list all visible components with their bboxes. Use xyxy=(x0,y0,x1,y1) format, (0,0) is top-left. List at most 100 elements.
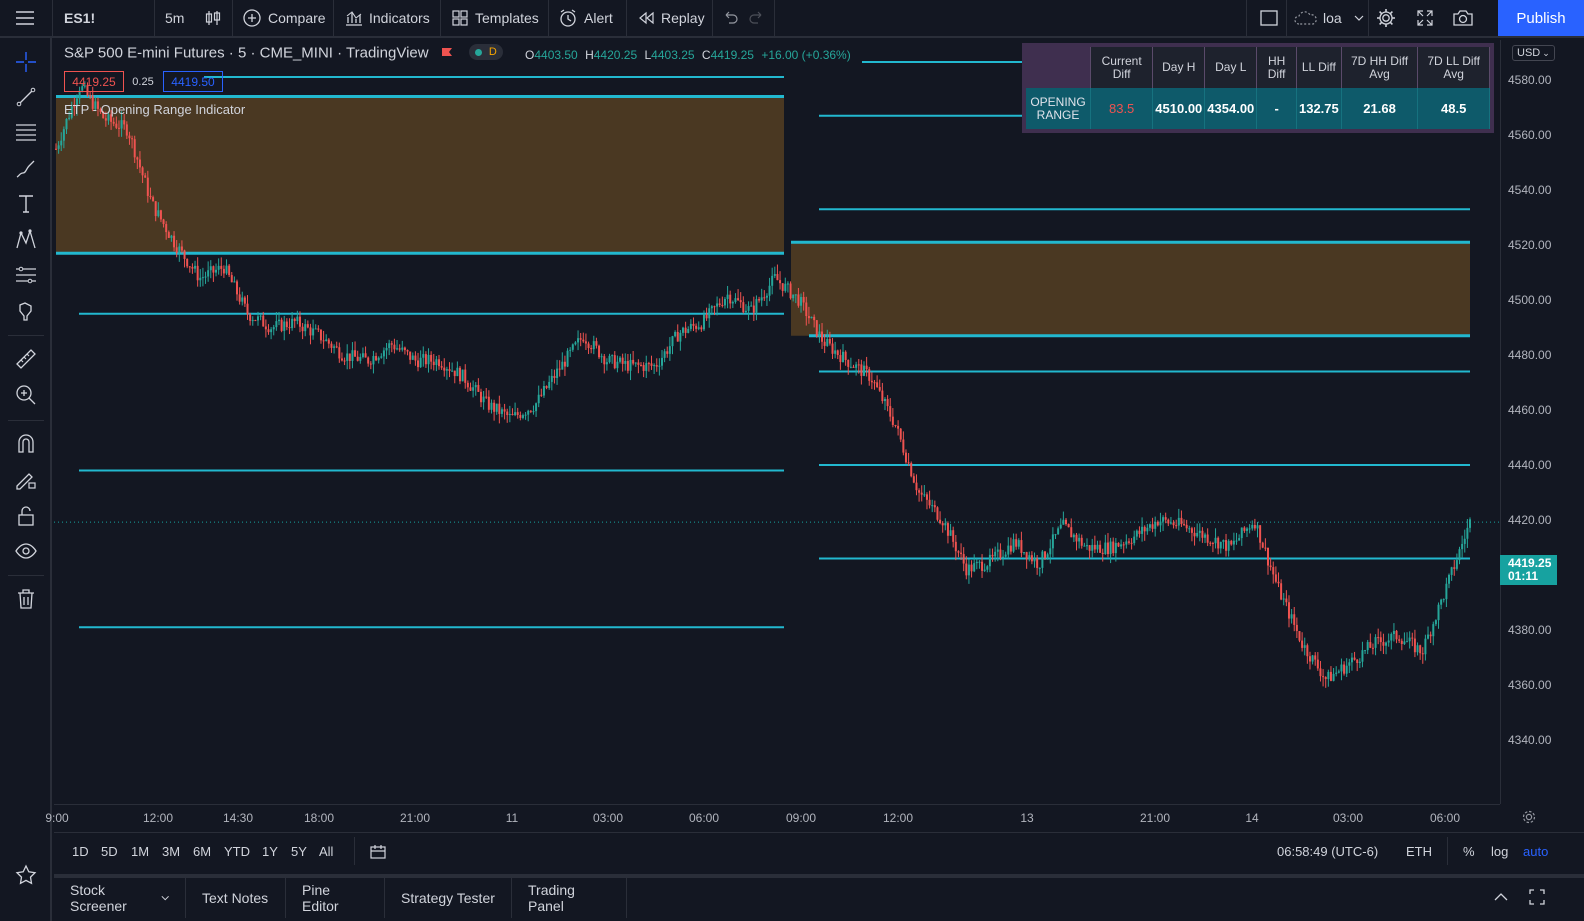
candle-body xyxy=(414,355,417,361)
alert-button[interactable]: Alert xyxy=(558,0,613,36)
buy-price-box[interactable]: 4419.50 xyxy=(163,71,223,92)
percent-toggle[interactable]: % xyxy=(1463,844,1475,859)
opening-range-box xyxy=(791,242,1470,336)
settings-gear-icon[interactable] xyxy=(1375,0,1397,36)
candle-body xyxy=(296,316,299,322)
tab-stock-screener[interactable]: Stock Screener xyxy=(54,878,186,918)
publish-button[interactable]: Publish xyxy=(1498,0,1584,36)
time-tick: 18:00 xyxy=(303,811,335,825)
candle-body xyxy=(356,356,359,361)
candle-body xyxy=(55,148,57,150)
magnet-icon[interactable] xyxy=(12,430,40,458)
undo-icon[interactable] xyxy=(721,0,739,36)
candle-body xyxy=(910,462,913,477)
compare-button[interactable]: Compare xyxy=(242,0,326,36)
tab-pine-editor[interactable]: Pine Editor xyxy=(286,878,385,918)
candle-body xyxy=(739,300,742,303)
symbol-legend[interactable]: S&P 500 E-mini Futures · 5 · CME_MINI · … xyxy=(64,44,503,63)
brush-icon[interactable] xyxy=(12,155,40,183)
session-toggle[interactable]: ETH xyxy=(1406,844,1432,859)
price-tick: 4380.00 xyxy=(1508,623,1552,637)
ruler-icon[interactable] xyxy=(12,345,40,373)
crosshair-icon[interactable] xyxy=(12,48,40,76)
clock-time[interactable]: 06:58:49 (UTC-6) xyxy=(1277,844,1378,859)
open-value: 4403.50 xyxy=(534,48,578,62)
candle-body xyxy=(1400,640,1403,644)
range-1y[interactable]: 1Y xyxy=(262,844,278,859)
price-scale[interactable]: 4580.00 4560.00 4540.00 4520.00 4500.00 4480.… xyxy=(1500,40,1584,804)
range-5y[interactable]: 5Y xyxy=(291,844,307,859)
candle-body xyxy=(983,569,986,571)
candle-body xyxy=(188,266,191,268)
candle-body xyxy=(419,357,422,368)
symbol-search[interactable]: ES1! xyxy=(64,0,95,36)
favorites-star-icon[interactable] xyxy=(12,861,40,889)
stay-drawing-icon[interactable] xyxy=(12,466,40,494)
redo-icon[interactable] xyxy=(748,0,766,36)
layout-select-icon[interactable] xyxy=(1259,0,1279,36)
fullscreen-icon[interactable] xyxy=(1415,0,1435,36)
range-5d[interactable]: 5D xyxy=(101,844,118,859)
indicator-title[interactable]: ETP - Opening Range Indicator xyxy=(64,102,245,117)
candle-body xyxy=(1392,630,1395,634)
range-3m[interactable]: 3M xyxy=(162,844,180,859)
candle-body xyxy=(359,357,362,361)
interval-button[interactable]: 5m xyxy=(165,0,184,36)
candle-body xyxy=(936,507,939,520)
range-6m[interactable]: 6M xyxy=(193,844,211,859)
candle-body xyxy=(1432,624,1435,637)
candle-body xyxy=(668,346,671,354)
camera-icon[interactable] xyxy=(1452,0,1474,36)
pattern-tool-icon[interactable] xyxy=(12,226,40,254)
collapse-panel-icon[interactable] xyxy=(1492,888,1510,909)
icons-tool-icon[interactable] xyxy=(12,297,40,325)
indicators-button[interactable]: Indicators xyxy=(344,0,430,36)
candle-body xyxy=(723,298,726,306)
auto-toggle[interactable]: auto xyxy=(1523,844,1548,859)
chart-pane[interactable] xyxy=(54,40,1500,804)
log-toggle[interactable]: log xyxy=(1491,844,1508,859)
time-scale[interactable]: 9:00 12:00 14:30 18:00 21:00 11 03:00 06:00 09:0… xyxy=(45,804,1500,832)
range-all[interactable]: All xyxy=(319,844,333,859)
high-value: 4420.25 xyxy=(593,48,638,62)
tab-text-notes[interactable]: Text Notes xyxy=(186,878,286,918)
change-value: +16.00 (+0.36%) xyxy=(761,48,851,62)
sell-price-box[interactable]: 4419.25 xyxy=(64,71,124,92)
tab-strategy-tester[interactable]: Strategy Tester xyxy=(385,878,512,918)
prediction-tool-icon[interactable] xyxy=(12,261,40,289)
candle-body xyxy=(1251,524,1254,529)
candle-body xyxy=(194,265,197,269)
eye-icon[interactable] xyxy=(12,537,40,565)
range-ytd[interactable]: YTD xyxy=(224,844,250,859)
goto-date-icon[interactable] xyxy=(368,842,388,865)
chart-settings-gear-icon[interactable] xyxy=(1520,808,1538,829)
candle-body xyxy=(821,331,824,342)
range-1m[interactable]: 1M xyxy=(131,844,149,859)
candle-body xyxy=(1230,540,1233,545)
tab-trading-panel[interactable]: Trading Panel xyxy=(512,878,627,918)
chart-type-icon[interactable] xyxy=(203,0,223,36)
currency-select[interactable]: USD ⌄ xyxy=(1512,45,1555,61)
candle-body xyxy=(598,345,601,358)
candle-body xyxy=(939,519,942,524)
layout-name-button[interactable]: loa xyxy=(1293,0,1364,36)
candle-body xyxy=(1427,634,1430,639)
maximize-panel-icon[interactable] xyxy=(1528,888,1546,909)
cell-7d-hh-diff-avg: 21.68 xyxy=(1341,88,1419,129)
lock-icon[interactable] xyxy=(12,502,40,530)
zoom-in-icon[interactable] xyxy=(12,381,40,409)
candle-body xyxy=(1106,542,1109,555)
trend-line-icon[interactable] xyxy=(12,83,40,111)
text-tool-icon[interactable] xyxy=(12,190,40,218)
trash-icon[interactable] xyxy=(12,585,40,613)
menu-icon[interactable] xyxy=(14,0,36,36)
range-1d[interactable]: 1D xyxy=(72,844,89,859)
candle-body xyxy=(1177,517,1180,526)
candle-body xyxy=(136,157,139,160)
fib-retracement-icon[interactable] xyxy=(12,118,40,146)
replay-button[interactable]: Replay xyxy=(637,0,705,36)
candle-body xyxy=(406,350,409,352)
candle-body xyxy=(403,347,406,351)
candle-body xyxy=(1361,650,1364,662)
templates-button[interactable]: Templates xyxy=(451,0,539,36)
